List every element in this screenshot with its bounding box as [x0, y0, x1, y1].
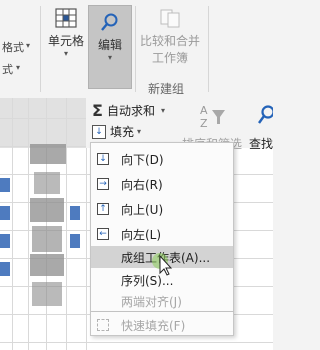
format-label-cut[interactable]: 格式 [2, 39, 24, 55]
selected-cell[interactable] [0, 234, 10, 248]
edit-button[interactable]: 编辑 ▾ [88, 5, 132, 89]
blurred-content [30, 254, 64, 276]
autosum-label: 自动求和 [106, 104, 155, 118]
autosum-button[interactable]: Σ 自动求和 ▾ [92, 101, 165, 120]
selected-cell[interactable] [0, 206, 10, 220]
fill-dropdown-menu-tail: 快速填充(F) [90, 312, 234, 336]
search-icon [258, 105, 273, 124]
chevron-down-icon[interactable]: ▾ [26, 41, 30, 50]
blurred-content [30, 198, 64, 222]
new-group-title: 新建组 [148, 82, 185, 96]
arrow-down-icon: ↓ [97, 153, 109, 165]
blurred-content [32, 226, 62, 252]
group-separator [208, 6, 209, 92]
menu-item-fill-left[interactable]: ← 向左(L) [91, 223, 233, 245]
menu-item-flash-fill[interactable]: 快速填充(F) [91, 314, 233, 336]
group-separator [135, 6, 136, 92]
menu-item-label: 向下(D) [121, 152, 164, 167]
search-icon [101, 13, 118, 31]
chevron-down-icon: ▾ [63, 49, 68, 58]
sort-filter-icon: A Z [200, 104, 225, 130]
fill-down-icon: ↓ [92, 124, 106, 139]
arrow-up-icon: ↑ [97, 203, 109, 215]
sigma-icon: Σ [92, 101, 103, 120]
blurred-content [34, 172, 60, 194]
compare-merge-label-2: 工作簿 [151, 51, 188, 65]
cells-icon [55, 8, 77, 28]
compare-merge-label: 比较和合并 [139, 34, 200, 48]
flash-fill-icon [97, 319, 109, 331]
edit-label: 编辑 [97, 38, 122, 52]
find-button[interactable] [256, 104, 273, 134]
fill-dropdown-menu: ↓ 向下(D) → 向右(R) ↑ 向上(U) ← 向左(L) 成组工作表(A)… [90, 142, 234, 312]
cells-label: 单元格 [47, 34, 84, 48]
excel-window: 格式 ▾ 式 ▾ 单元格 ▾ 编辑 ▾ 比较和合并 工作簿 新建组 Σ 自动求和… [0, 0, 273, 350]
sort-filter-button[interactable]: A Z [198, 102, 226, 134]
group-separator [40, 6, 41, 92]
arrow-right-icon: → [97, 178, 109, 190]
blurred-content [32, 282, 62, 306]
selected-cell[interactable] [70, 234, 80, 248]
selected-cell[interactable] [0, 178, 10, 192]
menu-item-fill-up[interactable]: ↑ 向上(U) [91, 198, 233, 220]
svg-text:A: A [200, 104, 208, 117]
arrow-left-icon: ← [97, 228, 109, 240]
chevron-down-icon: ▾ [107, 53, 112, 62]
find-label: 查找 [249, 137, 273, 151]
chevron-down-icon: ▾ [160, 106, 165, 115]
ribbon: 格式 ▾ 式 ▾ 单元格 ▾ 编辑 ▾ 比较和合并 工作簿 新建组 [0, 0, 273, 99]
editing-panel: Σ 自动求和 ▾ ↓ 填充 ▾ A Z 排序和筛选 查找 [86, 98, 273, 151]
menu-item-label: 两端对齐(J) [121, 294, 182, 309]
compare-merge-icon [160, 9, 180, 28]
chevron-down-icon: ▾ [137, 127, 142, 136]
cells-button[interactable]: 单元格 ▾ [46, 6, 86, 58]
style-label-cut[interactable]: 式 [2, 61, 13, 77]
selected-cell[interactable] [0, 262, 10, 276]
mouse-cursor-icon [152, 253, 173, 276]
menu-item-label: 向上(U) [121, 202, 164, 217]
menu-item-label: 向右(R) [121, 177, 163, 192]
svg-text:Z: Z [200, 117, 208, 130]
selected-cell[interactable] [70, 206, 80, 220]
blurred-content [30, 144, 66, 164]
menu-item-label: 快速填充(F) [121, 318, 186, 333]
fill-button[interactable]: ↓ 填充 ▾ [92, 123, 141, 140]
chevron-down-icon[interactable]: ▾ [16, 63, 20, 72]
menu-item-justify[interactable]: 两端对齐(J) [91, 291, 233, 311]
menu-item-fill-right[interactable]: → 向右(R) [91, 173, 233, 195]
compare-merge-button[interactable]: 比较和合并 工作簿 [137, 6, 203, 66]
menu-item-fill-down[interactable]: ↓ 向下(D) [91, 148, 233, 170]
menu-item-label: 向左(L) [121, 227, 162, 242]
fill-label: 填充 [110, 125, 135, 139]
